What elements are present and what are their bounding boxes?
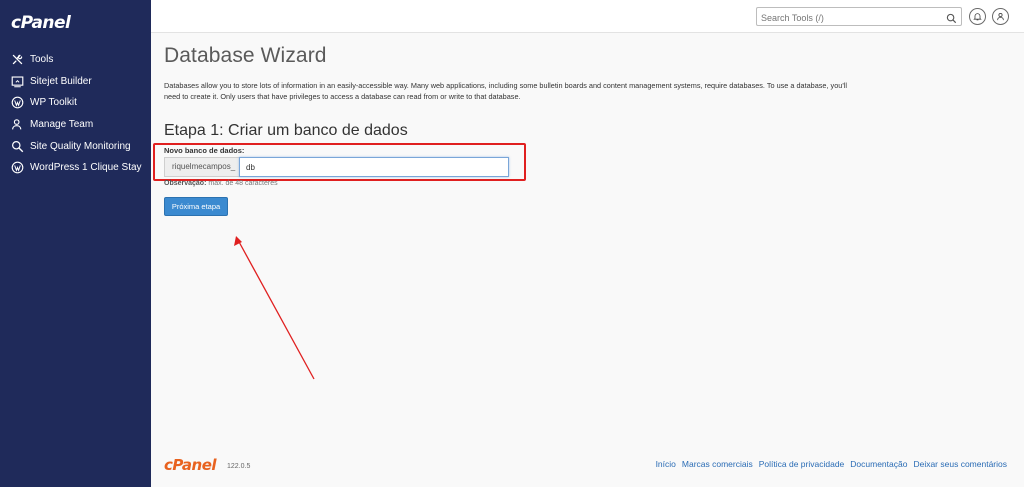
tools-icon (11, 53, 24, 66)
step-title: Etapa 1: Criar um banco de dados (164, 122, 408, 139)
footer-link-documentation[interactable]: Documentação (850, 459, 907, 469)
new-database-label: Novo banco de dados: (164, 146, 245, 155)
page-description: Databases allow you to store lots of inf… (164, 81, 847, 101)
sidebar-item-label: Tools (30, 54, 54, 66)
next-step-button[interactable]: Próxima etapa (164, 197, 228, 216)
sidebar-item-site-quality-monitoring[interactable]: Site Quality Monitoring (0, 135, 151, 157)
top-bar (151, 0, 1024, 33)
sidebar-item-wordpress-1-clique-stay[interactable]: WordPress 1 Clique Stay (0, 157, 151, 179)
sidebar-item-label: Manage Team (30, 119, 94, 131)
footer-link-privacy-policy[interactable]: Política de privacidade (759, 459, 845, 469)
database-name-input[interactable] (239, 157, 509, 177)
sidebar-item-label: WP Toolkit (30, 97, 77, 109)
search-input[interactable] (757, 9, 937, 27)
sidebar-item-tools[interactable]: Tools (0, 49, 151, 71)
monitoring-icon (11, 140, 24, 153)
footer-link-trademarks[interactable]: Marcas comerciais (682, 459, 753, 469)
cpanel-logo[interactable]: cPanel (11, 13, 71, 33)
page-title: Database Wizard (164, 44, 327, 67)
footer-link-home[interactable]: Início (656, 459, 676, 469)
wordpress-icon (11, 96, 24, 109)
search-box (756, 7, 962, 27)
sitejet-icon (11, 75, 24, 88)
sidebar-nav: Tools Sitejet Builder WP Toolkit Manage … (0, 49, 151, 179)
sidebar-item-wp-toolkit[interactable]: WP Toolkit (0, 92, 151, 114)
note-text: máx. de 48 caracteres (206, 180, 278, 187)
search-icon[interactable] (946, 11, 957, 24)
footer-links: Início Marcas comerciais Política de pri… (656, 459, 1007, 469)
notifications-button[interactable] (969, 8, 986, 25)
bell-icon (973, 13, 982, 21)
team-icon (11, 118, 24, 131)
note-label: Observação: (164, 180, 207, 187)
character-limit-note: Observação: máx. de 48 caracteres (164, 180, 278, 187)
sidebar-item-manage-team[interactable]: Manage Team (0, 114, 151, 136)
footer-link-feedback[interactable]: Deixar seus comentários (913, 459, 1007, 469)
user-menu-button[interactable] (992, 8, 1009, 25)
sidebar: cPanel Tools Sitejet Builder WP Toolkit … (0, 0, 151, 487)
version-number: 122.0.5 (227, 463, 251, 470)
database-prefix: riquelmecampos_ (164, 157, 239, 177)
annotation-arrow (234, 236, 315, 380)
sidebar-item-label: Site Quality Monitoring (30, 140, 131, 152)
sidebar-item-label: WordPress 1 Clique Stay (30, 162, 142, 174)
sidebar-item-label: Sitejet Builder (30, 75, 92, 87)
footer-cpanel-logo: cPanel (164, 456, 217, 474)
wordpress-icon (11, 161, 24, 174)
sidebar-item-sitejet-builder[interactable]: Sitejet Builder (0, 71, 151, 93)
user-icon (997, 13, 1004, 21)
